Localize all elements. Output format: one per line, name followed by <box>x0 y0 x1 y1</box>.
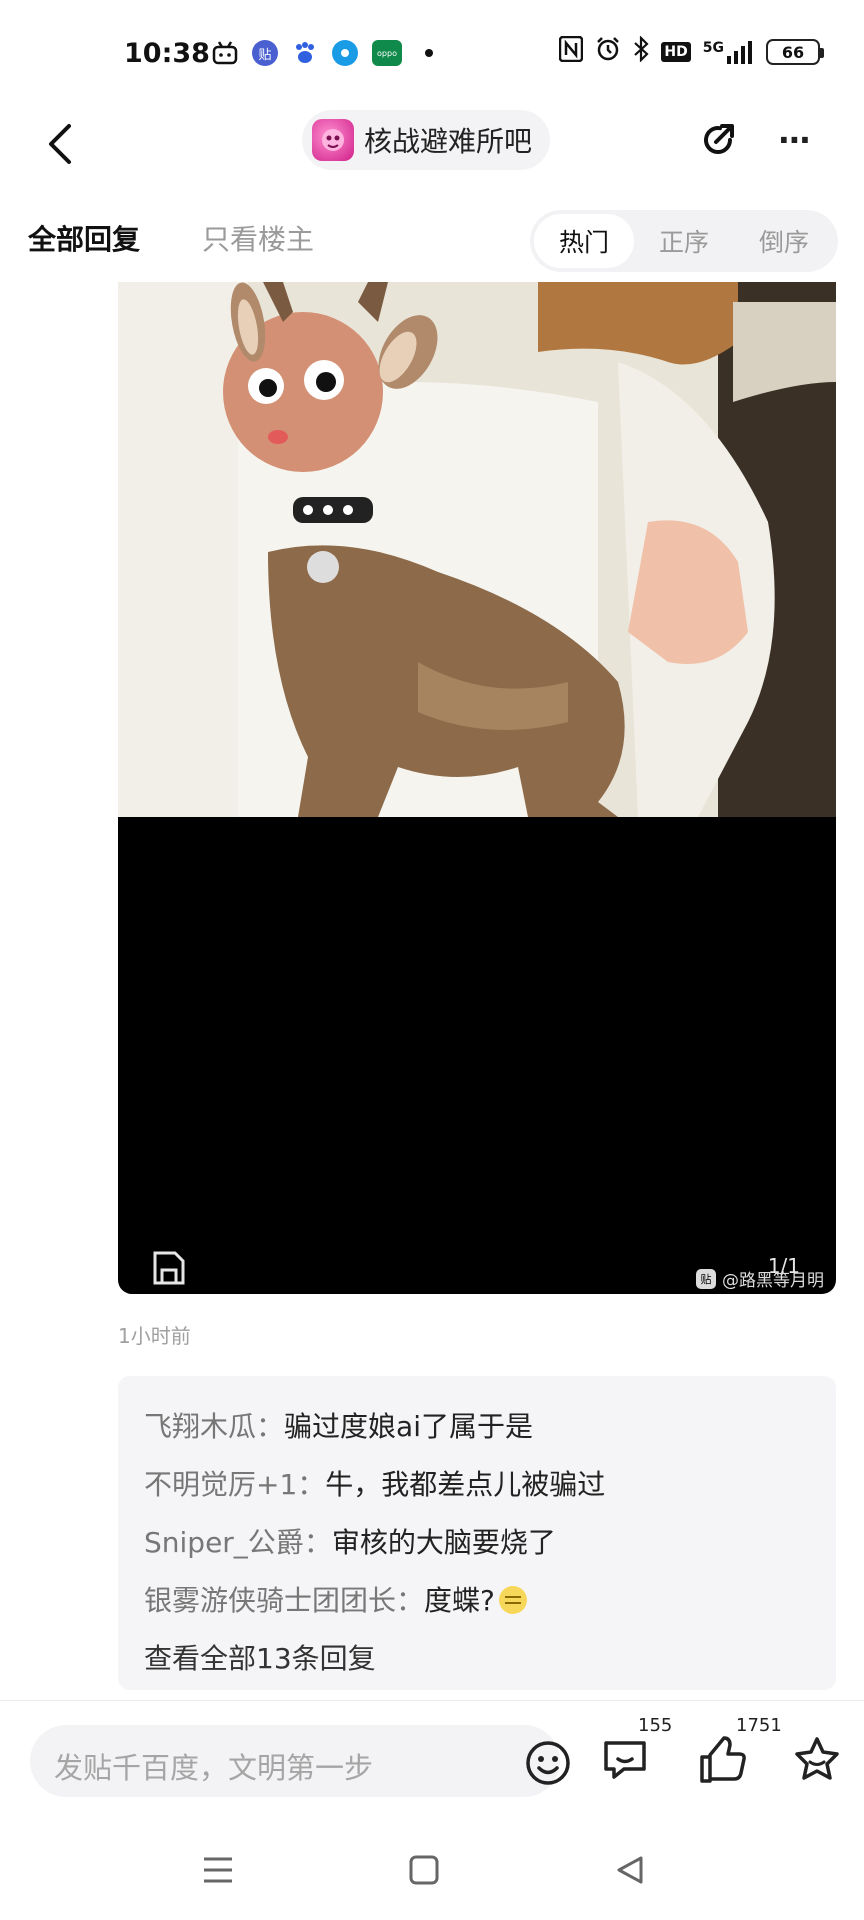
save-icon[interactable] <box>152 1250 186 1286</box>
sort-toggle: 热门 正序 倒序 <box>530 210 838 272</box>
view-all-replies-link[interactable]: 查看全部13条回复 <box>144 1630 810 1688</box>
nfc-icon <box>559 35 584 68</box>
forum-entry[interactable]: 核战避难所吧 <box>302 110 551 170</box>
watermark-text: @路黑等月明 <box>722 1271 824 1291</box>
home-button[interactable] <box>402 1848 446 1892</box>
notification-icons: 贴 oppo <box>212 40 442 66</box>
forum-name: 核战避难所吧 <box>364 125 533 158</box>
reply-author[interactable]: 飞翔木瓜 <box>144 1410 256 1443</box>
baidu-icon <box>292 40 318 66</box>
reply-filter-bar: 全部回复 只看楼主 热门 正序 倒序 <box>0 200 864 280</box>
share-icon <box>704 124 734 155</box>
share-button[interactable] <box>690 112 746 168</box>
like-count: 1751 <box>736 1715 782 1736</box>
star-icon[interactable] <box>790 1733 844 1787</box>
reply-text: 牛，我都差点儿被骗过 <box>325 1468 606 1501</box>
reply-text: 骗过度娘ai了属于是 <box>284 1410 533 1443</box>
home-square-icon <box>409 1855 439 1885</box>
chevron-left-icon <box>49 124 71 164</box>
bilibili-icon <box>212 40 238 66</box>
reply-text: 审核的大脑要烧了 <box>331 1526 556 1559</box>
reply-separator: ： <box>303 1526 332 1559</box>
status-time: 10:38 <box>124 38 210 69</box>
battery-icon: 66 <box>766 39 824 65</box>
reply-text: 度蝶? <box>424 1584 495 1617</box>
comment-count: 155 <box>638 1715 673 1736</box>
tieba-icon: 贴 <box>252 40 278 66</box>
tab-all-replies[interactable]: 全部回复 <box>28 218 140 258</box>
reply-item: Sniper_公爵：审核的大脑要烧了 <box>144 1514 810 1572</box>
post-time: 1小时前 <box>118 1324 191 1348</box>
sort-hot[interactable]: 热门 <box>534 214 634 268</box>
reindeer-photo <box>118 282 836 817</box>
back-nav-button[interactable] <box>608 1848 652 1892</box>
status-bar: 10:38 贴 oppo HD 5G 66 <box>0 0 864 100</box>
reply-item: 飞翔木瓜：骗过度娘ai了属于是 <box>144 1398 810 1456</box>
like-icon[interactable] <box>696 1733 750 1787</box>
signal-5g-icon: 5G <box>703 40 754 64</box>
system-nav-bar <box>0 1820 864 1920</box>
hd-icon: HD <box>661 42 691 62</box>
reply-item: 不明觉厉+1：牛，我都差点儿被骗过 <box>144 1456 810 1514</box>
bluetooth-icon <box>633 35 650 68</box>
forum-avatar <box>312 119 354 161</box>
more-button[interactable]: ⋯ <box>766 112 826 168</box>
reply-item: 银雾游侠骑士团团长：度蝶? <box>144 1572 810 1630</box>
watermark: 贴 @路黑等月明 <box>696 1266 824 1291</box>
menu-icon <box>204 1857 232 1883</box>
reply-author[interactable]: Sniper_公爵 <box>144 1526 304 1559</box>
browser-icon <box>332 40 358 66</box>
back-triangle-icon <box>617 1856 643 1884</box>
bottom-action-bar: 发贴千百度，文明第一步 155 1751 <box>0 1700 864 1820</box>
grimace-emoji-icon <box>498 1586 527 1614</box>
reply-preview[interactable]: 飞翔木瓜：骗过度娘ai了属于是 不明觉厉+1：牛，我都差点儿被骗过 Sniper… <box>118 1376 836 1690</box>
back-button[interactable] <box>30 114 90 174</box>
reply-separator: ： <box>297 1468 326 1501</box>
sort-ascending[interactable]: 正序 <box>634 214 734 268</box>
reply-author[interactable]: 不明觉厉+1 <box>144 1468 297 1501</box>
alarm-icon <box>595 36 621 68</box>
network-label: 5G <box>702 40 724 56</box>
dot-icon <box>416 40 442 66</box>
nav-bar: 核战避难所吧 ⋯ <box>0 100 864 200</box>
emoji-icon[interactable] <box>524 1739 572 1787</box>
reply-author[interactable]: 银雾游侠骑士团团长 <box>144 1584 396 1617</box>
battery-level: 66 <box>781 42 805 62</box>
reply-separator: ： <box>396 1584 425 1617</box>
compose-placeholder: 发贴千百度，文明第一步 <box>54 1751 374 1785</box>
compose-input[interactable]: 发贴千百度，文明第一步 <box>30 1725 570 1797</box>
tab-op-only[interactable]: 只看楼主 <box>202 218 314 258</box>
post-image[interactable]: 1/1 贴 @路黑等月明 <box>118 282 836 1294</box>
menu-button[interactable] <box>196 1848 240 1892</box>
comment-icon[interactable] <box>600 1733 654 1787</box>
tieba-badge-icon: 贴 <box>696 1268 716 1289</box>
system-icons: HD 5G 66 <box>559 35 824 68</box>
oppo-icon: oppo <box>372 40 402 66</box>
reply-separator: ： <box>256 1410 285 1443</box>
sort-descending[interactable]: 倒序 <box>734 214 834 268</box>
